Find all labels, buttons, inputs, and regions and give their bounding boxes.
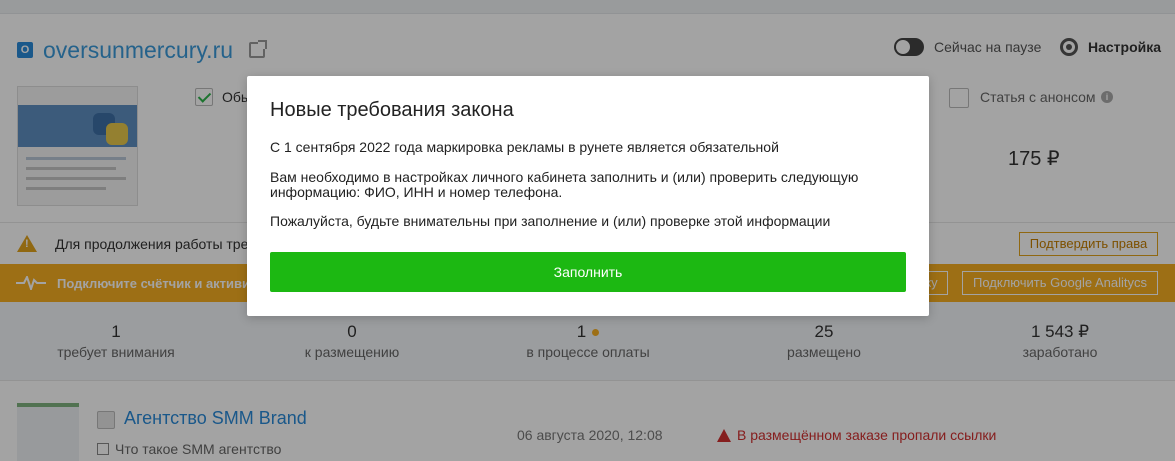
modal-paragraph-2: Вам необходимо в настройках личного каби… (270, 169, 859, 200)
law-requirements-modal: Новые требования закона С 1 сентября 202… (247, 76, 929, 316)
modal-title: Новые требования закона (270, 99, 514, 121)
modal-paragraph-3: Пожалуйста, будьте внимательны при запол… (270, 213, 831, 229)
fill-button[interactable]: Заполнить (270, 252, 906, 292)
modal-paragraph-1: С 1 сентября 2022 года маркировка реклам… (270, 139, 779, 155)
